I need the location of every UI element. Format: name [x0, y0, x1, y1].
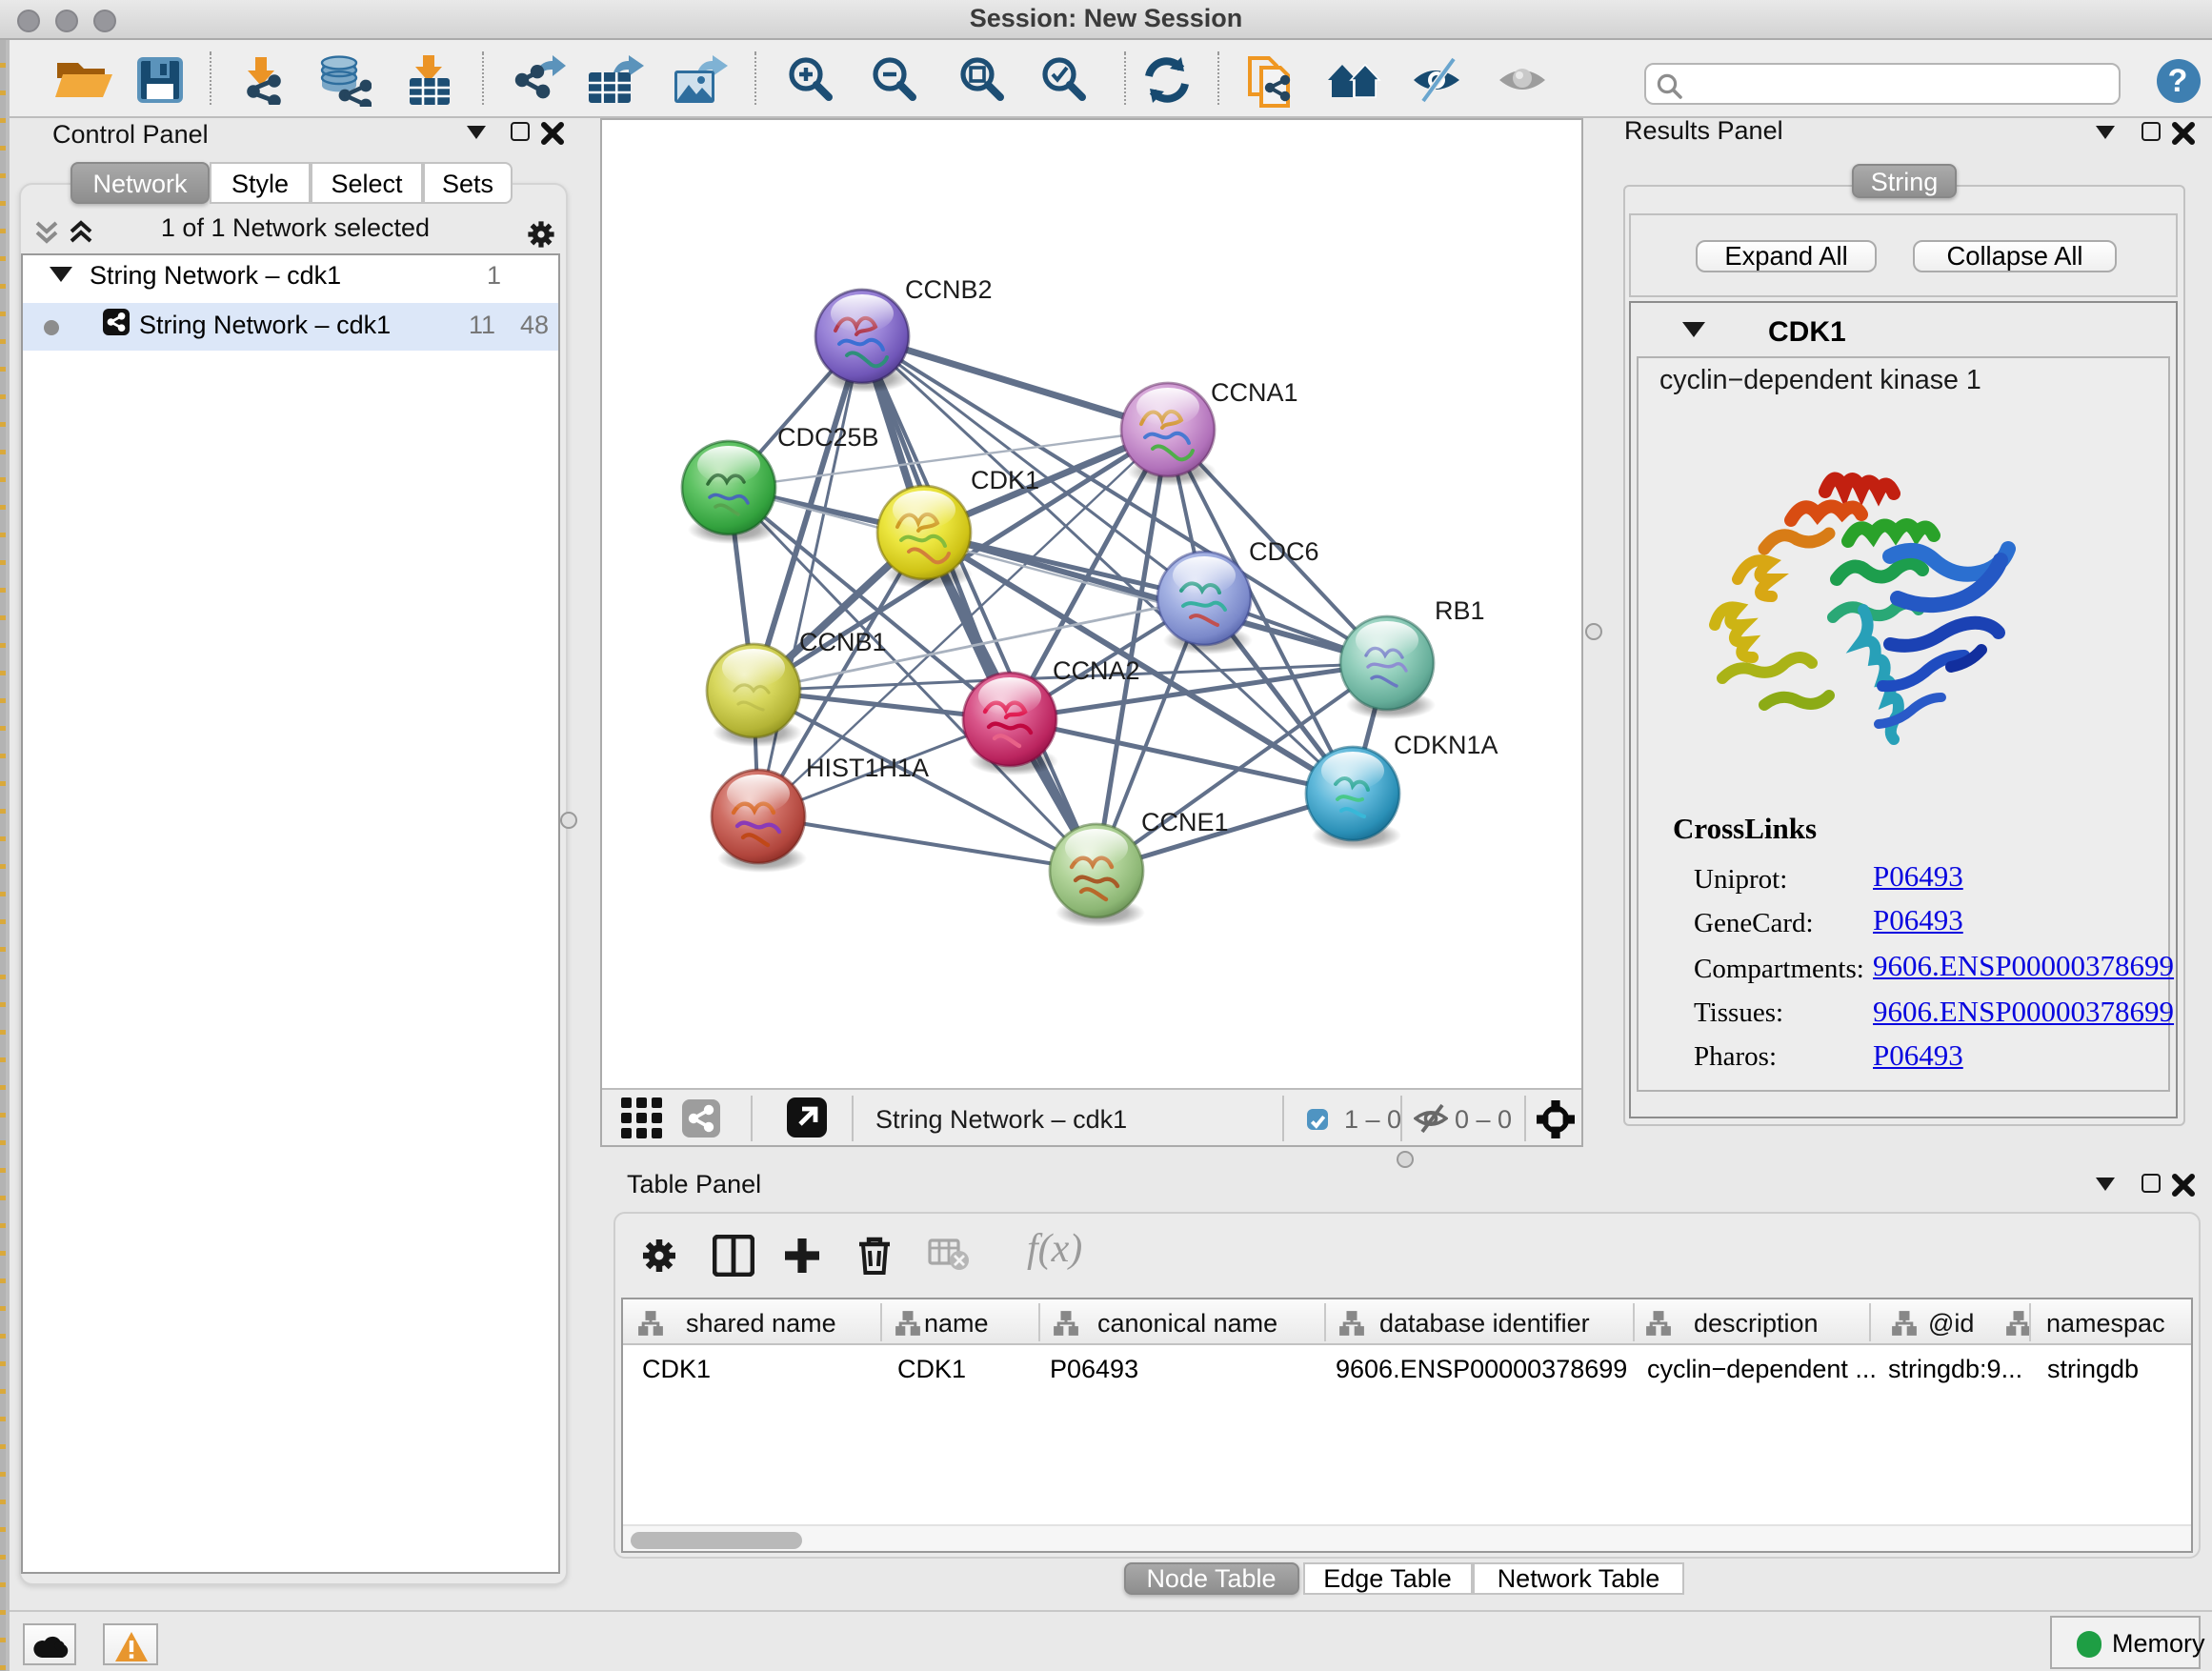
svg-text:CCNB1: CCNB1: [798, 627, 886, 655]
svg-text:CDC25B: CDC25B: [776, 422, 878, 451]
svg-text:CCNA2: CCNA2: [1052, 655, 1139, 684]
svg-text:CCNA1: CCNA1: [1210, 377, 1297, 406]
svg-text:CDK1: CDK1: [970, 465, 1038, 493]
svg-text:CDKN1A: CDKN1A: [1393, 730, 1498, 758]
svg-text:RB1: RB1: [1434, 595, 1484, 624]
svg-text:CCNB2: CCNB2: [904, 274, 992, 303]
svg-text:CCNE1: CCNE1: [1140, 807, 1228, 836]
svg-text:CDC6: CDC6: [1248, 536, 1318, 565]
svg-text:HIST1H1A: HIST1H1A: [805, 753, 928, 781]
